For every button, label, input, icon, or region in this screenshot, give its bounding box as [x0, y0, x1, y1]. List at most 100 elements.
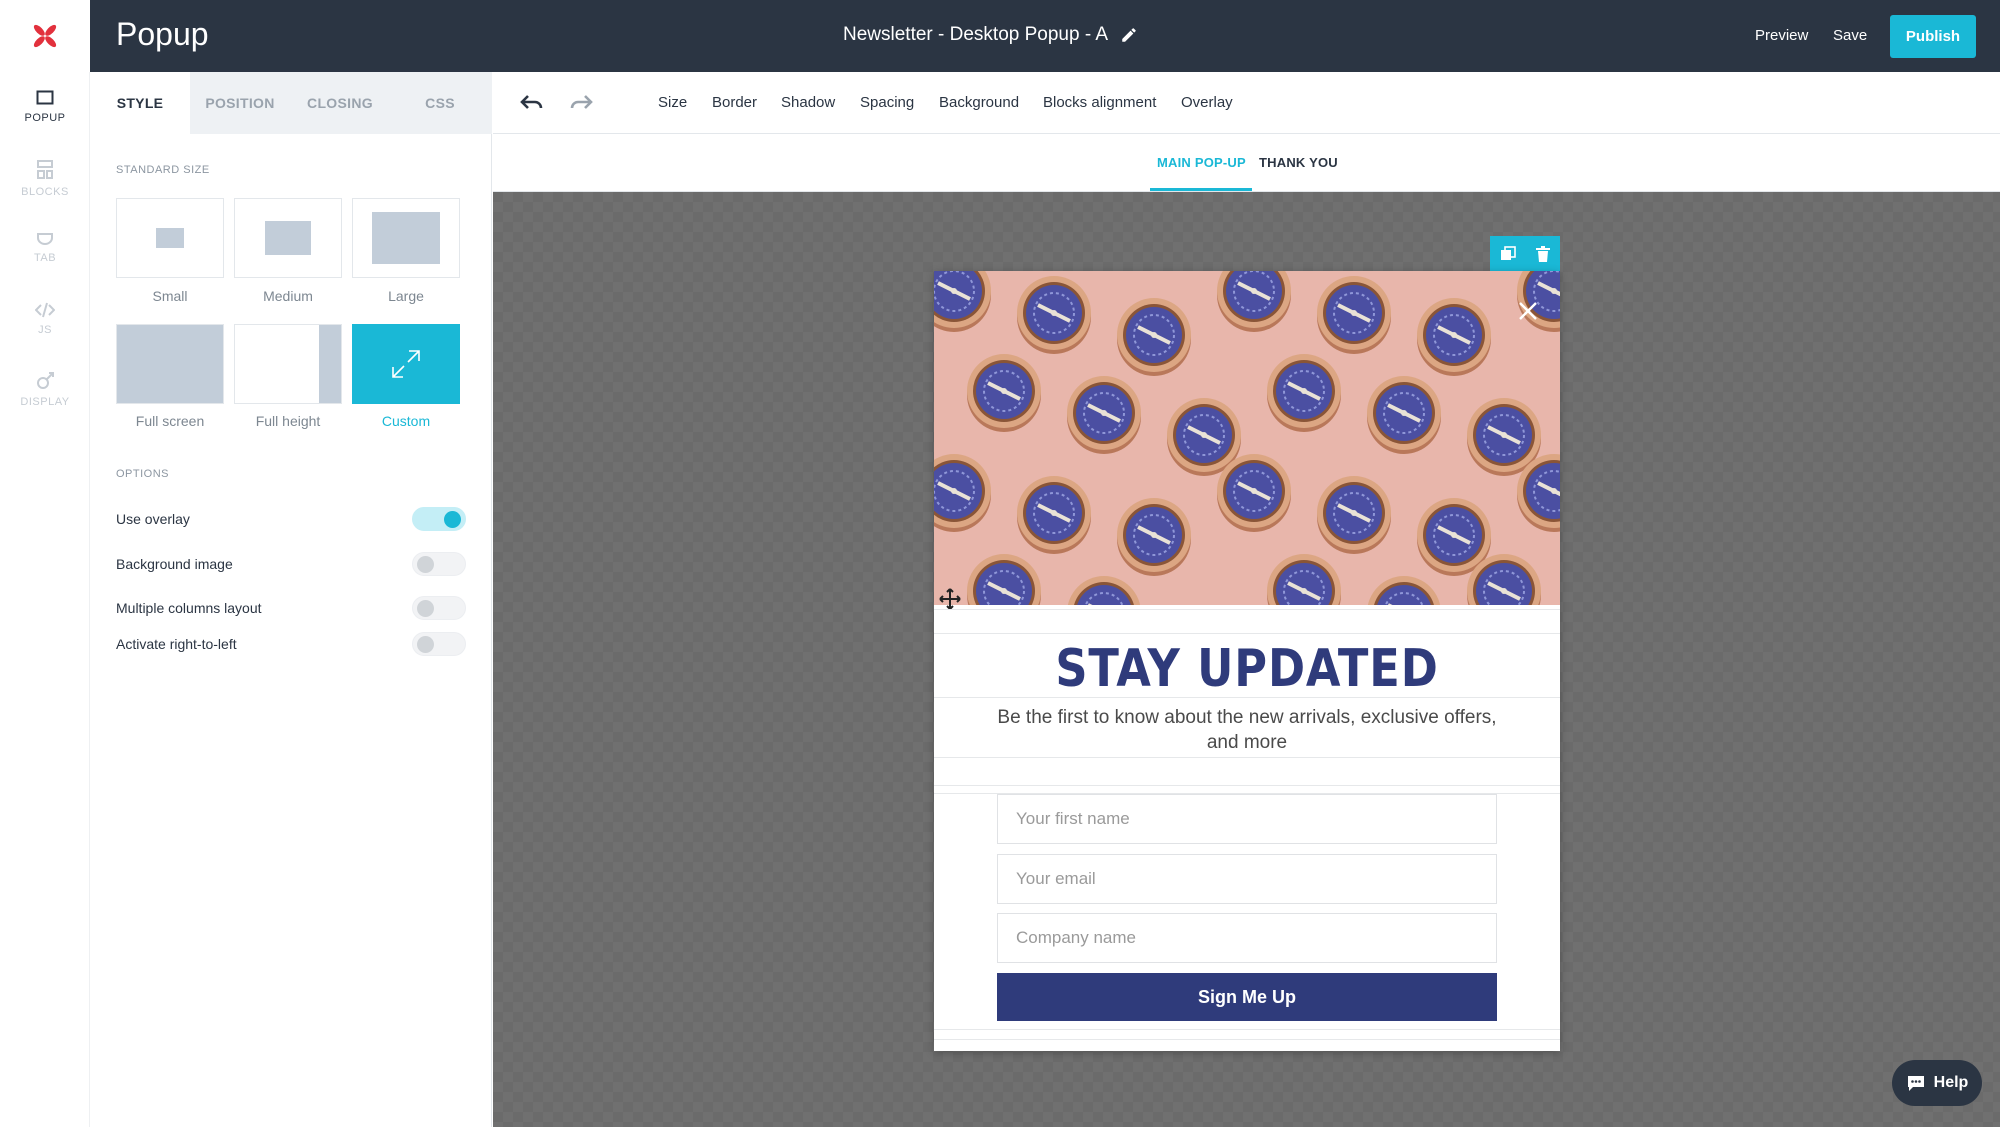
publish-button[interactable]: Publish [1890, 15, 1976, 58]
block-divider [934, 633, 1560, 634]
tab-main-popup[interactable]: MAIN POP-UP [1157, 155, 1246, 170]
size-medium-label: Medium [263, 288, 313, 304]
popup-preview[interactable]: STAY UPDATED Be the first to know about … [934, 271, 1560, 1051]
rail-item-label: TAB [33, 252, 57, 264]
panel-tabs: STYLE POSITION CLOSING CSS [90, 72, 492, 134]
size-large-option[interactable] [352, 198, 460, 278]
size-full-screen-option[interactable] [116, 324, 224, 404]
document-title-text: Newsletter - Desktop Popup - A [843, 24, 1109, 45]
tab-style[interactable]: STYLE [90, 72, 190, 134]
size-small-label: Small [152, 288, 188, 304]
toggle-knob [417, 556, 434, 573]
options-label: OPTIONS [116, 468, 170, 480]
size-full-height-option[interactable] [234, 324, 342, 404]
toolbar-shadow[interactable]: Shadow [781, 94, 835, 111]
option-right-to-left: Activate right-to-left [116, 629, 466, 659]
tab-css[interactable]: CSS [390, 72, 490, 134]
display-icon [37, 372, 54, 389]
popup-block-tools [1490, 236, 1560, 272]
block-divider [934, 609, 1560, 610]
tab-closing[interactable]: CLOSING [290, 72, 390, 134]
option-label: Background image [116, 556, 233, 572]
size-large-preview [372, 212, 440, 264]
style-panel: STYLE POSITION CLOSING CSS STANDARD SIZE… [90, 72, 492, 1127]
rail-item-label: DISPLAY [20, 396, 70, 408]
option-background-image: Background image [116, 549, 466, 579]
block-divider [934, 1039, 1560, 1040]
first-name-field[interactable]: Your first name [997, 794, 1497, 844]
logo-icon [33, 24, 57, 48]
document-title[interactable]: Newsletter - Desktop Popup - A [843, 24, 1138, 46]
undo-button[interactable] [517, 88, 547, 118]
toolbar-background[interactable]: Background [939, 94, 1019, 111]
rail-item-display[interactable]: DISPLAY [0, 372, 90, 408]
option-label: Use overlay [116, 511, 190, 527]
toolbar-border[interactable]: Border [712, 94, 757, 111]
sign-me-up-button[interactable]: Sign Me Up [997, 973, 1497, 1021]
active-tab-indicator [1150, 188, 1252, 191]
compass-pattern [934, 271, 1560, 605]
size-small-option[interactable] [116, 198, 224, 278]
right-to-left-toggle[interactable] [412, 632, 466, 656]
tab-icon [37, 233, 53, 246]
rail-item-label: BLOCKS [21, 186, 69, 198]
size-full-height-preview [319, 325, 341, 403]
rail-item-js[interactable]: JS [0, 302, 90, 336]
popup-close-icon[interactable] [1512, 295, 1544, 327]
multiple-columns-toggle[interactable] [412, 596, 466, 620]
popup-subtext[interactable]: Be the first to know about the new arriv… [997, 705, 1497, 755]
size-custom-option[interactable] [352, 324, 460, 404]
rail-item-tab[interactable]: TAB [0, 232, 90, 264]
size-custom-label: Custom [381, 413, 431, 429]
toolbar-spacing[interactable]: Spacing [860, 94, 914, 111]
redo-icon [570, 95, 593, 109]
block-divider [934, 1029, 1560, 1030]
toggle-knob [417, 600, 434, 617]
edit-pencil-icon[interactable] [1120, 26, 1138, 44]
chat-bubble-icon [1907, 1076, 1924, 1091]
popup-icon [36, 90, 54, 105]
blocks-icon [37, 160, 53, 179]
standard-size-label: STANDARD SIZE [116, 164, 210, 176]
tab-thank-you[interactable]: THANK YOU [1259, 155, 1338, 170]
rail-item-blocks[interactable]: BLOCKS [0, 160, 90, 198]
help-button[interactable]: Help [1892, 1060, 1982, 1106]
size-full-screen-preview [117, 325, 223, 403]
popup-headline[interactable]: STAY UPDATED [978, 639, 1516, 699]
redo-button[interactable] [566, 88, 596, 118]
tab-position[interactable]: POSITION [190, 72, 290, 134]
block-divider [934, 757, 1560, 758]
email-field[interactable]: Your email [997, 854, 1497, 904]
resize-arrows-icon [392, 350, 420, 378]
move-handle-icon[interactable] [938, 587, 962, 611]
block-divider [934, 697, 1560, 698]
help-label: Help [1933, 1074, 1969, 1091]
rail-item-label: JS [38, 324, 52, 336]
size-medium-option[interactable] [234, 198, 342, 278]
save-button[interactable]: Save [1833, 27, 1867, 44]
duplicate-icon[interactable] [1500, 246, 1516, 262]
code-icon [35, 302, 55, 318]
toggle-knob [417, 636, 434, 653]
toggle-knob [444, 511, 461, 528]
size-full-screen-label: Full screen [135, 413, 205, 429]
toolbar-overlay[interactable]: Overlay [1181, 94, 1233, 111]
logo[interactable] [0, 0, 90, 72]
compass-hero-image [934, 271, 1560, 605]
use-overlay-toggle[interactable] [412, 507, 466, 531]
top-header: Popup Newsletter - Desktop Popup - A Pre… [0, 0, 2000, 72]
block-divider [934, 785, 1560, 786]
rail-item-label: POPUP [24, 112, 66, 124]
size-small-preview [156, 228, 184, 248]
rail-item-popup[interactable]: POPUP [0, 90, 90, 124]
size-large-label: Large [388, 288, 424, 304]
toolbar-blocks-alignment[interactable]: Blocks alignment [1043, 94, 1156, 111]
background-image-toggle[interactable] [412, 552, 466, 576]
style-toolbar: Size Border Shadow Spacing Background Bl… [493, 72, 2000, 134]
company-name-field[interactable]: Company name [997, 913, 1497, 963]
preview-button[interactable]: Preview [1755, 27, 1808, 44]
compass-grid [934, 271, 1560, 605]
toolbar-size[interactable]: Size [658, 94, 687, 111]
trash-icon[interactable] [1536, 246, 1550, 262]
size-medium-preview [265, 221, 311, 255]
